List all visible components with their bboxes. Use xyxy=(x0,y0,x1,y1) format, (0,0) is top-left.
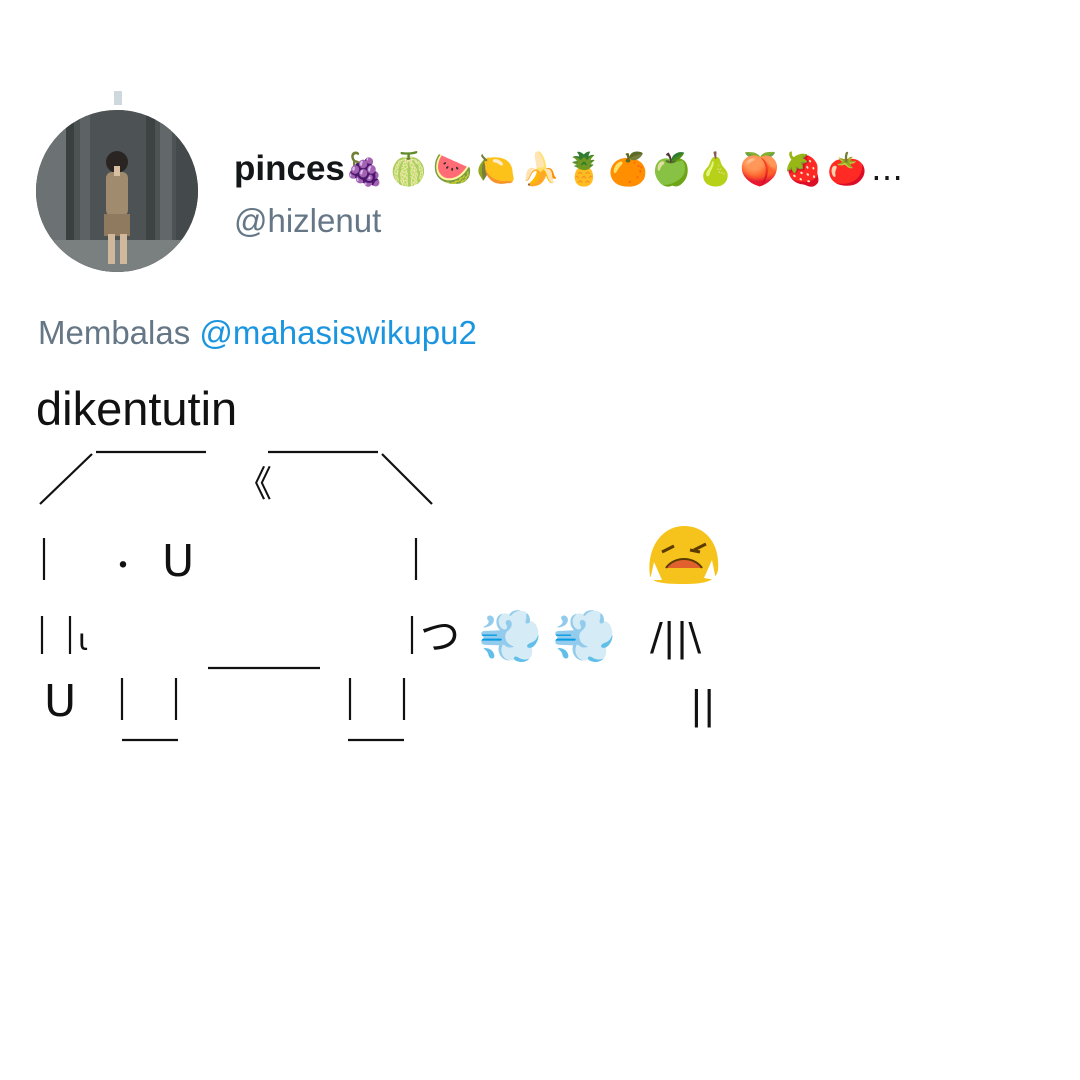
ascii-art-eye: ・ xyxy=(108,549,138,584)
avatar[interactable] xyxy=(36,110,198,272)
reply-prefix: Membalas xyxy=(38,314,191,351)
victim-arms-body: /||\ xyxy=(650,615,701,660)
ascii-art: 《 ・ U ι つ 💨 💨 U /||\ || xyxy=(39,450,719,742)
crying-face-icon xyxy=(649,526,719,584)
victim-legs: || xyxy=(690,683,716,728)
ascii-art-trunk: U xyxy=(162,536,194,587)
ascii-art-fold: 《 xyxy=(236,464,272,505)
ascii-art-tusk: ι xyxy=(78,623,88,658)
tweet-card: pinces🍇🍈🍉🍋🍌🍍🍊🍏🍐🍑🍓🍅… @hizlenut Membalas @… xyxy=(0,0,1080,1080)
reply-mention-link[interactable]: @mahasiswikupu2 xyxy=(199,314,476,351)
fart-puff-icon: 💨 xyxy=(478,607,543,667)
display-name[interactable]: pinces🍇🍈🍉🍋🍌🍍🍊🍏🍐🍑🍓🍅… xyxy=(234,147,907,191)
ascii-art-tail: つ xyxy=(420,614,460,660)
ascii-art-stroke xyxy=(381,453,433,505)
ascii-art-foot: U xyxy=(44,676,76,727)
avatar-decoration xyxy=(114,91,122,105)
tweet-text: dikentutin xyxy=(36,382,238,435)
ascii-art-stroke xyxy=(39,453,93,505)
user-handle[interactable]: @hizlenut xyxy=(234,200,381,242)
avatar-photo-icon xyxy=(36,110,198,272)
display-name-text: pinces xyxy=(234,149,345,188)
fart-puff-icon: 💨 xyxy=(552,607,617,667)
fruit-emoji-row-icon: 🍇🍈🍉🍋🍌🍍🍊🍏🍐🍑🍓🍅… xyxy=(344,150,908,188)
reply-context: Membalas @mahasiswikupu2 xyxy=(38,312,477,354)
